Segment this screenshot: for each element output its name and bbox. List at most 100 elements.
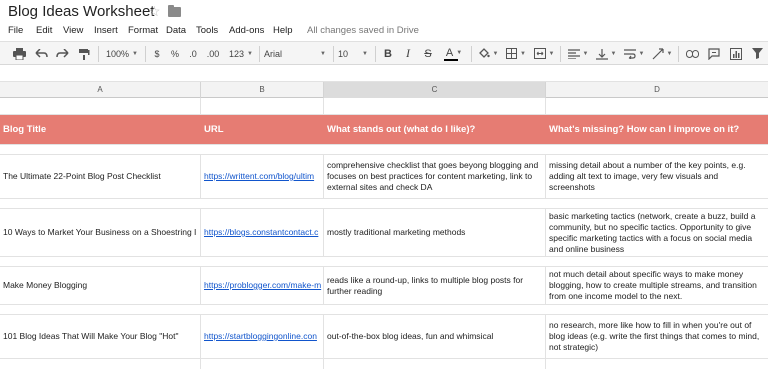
text-color-swatch [443, 58, 458, 61]
header-cell-missing[interactable]: What's missing? How can I improve on it? [546, 115, 768, 144]
table-row [0, 98, 768, 115]
document-title[interactable]: Blog Ideas Worksheet [8, 3, 154, 20]
increase-decimal-button[interactable]: .00 [203, 45, 223, 62]
currency-format-button[interactable]: $ [150, 45, 164, 62]
merge-cells-icon[interactable]: ▼ [532, 45, 556, 62]
save-status[interactable]: All changes saved in Drive [307, 25, 419, 36]
cell-blog-title[interactable]: The Ultimate 22-Point Blog Post Checklis… [0, 155, 201, 198]
undo-icon[interactable] [32, 45, 50, 62]
toolbar: 100% ▼ $ % .0 .00 123 ▼ Arial ▼ 10 ▼ B I S A… [0, 41, 768, 65]
column-header-b[interactable]: B [201, 82, 324, 98]
table-row: The Ultimate 22-Point Blog Post Checklis… [0, 155, 768, 199]
cell-missing[interactable]: basic marketing tactics (network, create… [546, 209, 768, 256]
cell-missing[interactable]: no research, more like how to fill in wh… [546, 315, 768, 358]
percent-format-button[interactable]: % [168, 45, 182, 62]
bold-button[interactable]: B [381, 45, 395, 62]
cell[interactable] [0, 98, 201, 114]
insert-chart-icon[interactable] [727, 45, 745, 62]
column-header-d[interactable]: D [546, 82, 768, 98]
chevron-down-icon: ▼ [247, 50, 253, 57]
cell-stands-out[interactable]: out-of-the-box blog ideas, fun and whims… [324, 315, 546, 358]
cell[interactable] [201, 98, 324, 114]
column-header-c[interactable]: C [324, 82, 546, 98]
menu-help[interactable]: Help [273, 25, 293, 36]
menu-file[interactable]: File [8, 25, 23, 36]
cell[interactable] [201, 359, 324, 369]
table-row [0, 257, 768, 267]
table-row [0, 145, 768, 155]
text-color-label: A [445, 46, 454, 59]
table-row [0, 305, 768, 315]
cell-missing[interactable]: missing detail about a number of the key… [546, 155, 768, 198]
redo-icon[interactable] [53, 45, 71, 62]
filter-icon[interactable] [749, 45, 765, 62]
more-formats-button[interactable]: 123 ▼ [226, 45, 256, 62]
menu-tools[interactable]: Tools [196, 25, 218, 36]
strikethrough-button[interactable]: S [421, 45, 435, 62]
cell[interactable] [546, 98, 768, 114]
column-header-a[interactable]: A [0, 82, 201, 98]
star-icon[interactable]: ☆ [148, 3, 161, 20]
url-link[interactable]: https://blogs.constantcontact.c [204, 227, 318, 238]
menu-addons[interactable]: Add-ons [229, 25, 264, 36]
cell-blog-title[interactable]: Make Money Blogging [0, 267, 201, 304]
text-color-button[interactable]: A ▼ [441, 45, 467, 62]
header-cell-blog-title[interactable]: Blog Title [0, 115, 201, 144]
cell-blog-title[interactable]: 101 Blog Ideas That Will Make Your Blog … [0, 315, 201, 358]
cell-stands-out[interactable]: mostly traditional marketing methods [324, 209, 546, 256]
column-header-row: A B C D [0, 82, 768, 98]
url-link[interactable]: https://writtent.com/blog/ultim [204, 171, 314, 182]
menu-insert[interactable]: Insert [94, 25, 118, 36]
vertical-align-icon[interactable]: ▼ [594, 45, 618, 62]
paint-format-icon[interactable] [75, 45, 93, 62]
cell-url[interactable]: https://writtent.com/blog/ultim [201, 155, 324, 198]
cell-url[interactable]: https://startbloggingonline.con [201, 315, 324, 358]
italic-button[interactable]: I [401, 45, 415, 62]
cell-url[interactable]: https://problogger.com/make-m [201, 267, 324, 304]
font-select[interactable]: Arial ▼ [264, 45, 330, 62]
formula-bar[interactable] [0, 65, 768, 82]
table-row [0, 199, 768, 209]
cell[interactable] [0, 359, 201, 369]
cell[interactable] [546, 359, 768, 369]
horizontal-align-icon[interactable]: ▼ [566, 45, 590, 62]
more-formats-label: 123 [229, 48, 245, 59]
font-value: Arial [264, 48, 283, 59]
table-row [0, 359, 768, 369]
menu-view[interactable]: View [63, 25, 83, 36]
fill-color-icon[interactable]: ▼ [476, 45, 500, 62]
insert-comment-icon[interactable] [705, 45, 723, 62]
cell[interactable] [324, 359, 546, 369]
title-bar: Blog Ideas Worksheet ☆ [0, 0, 768, 24]
chevron-down-icon: ▼ [456, 49, 463, 56]
table-row: 101 Blog Ideas That Will Make Your Blog … [0, 315, 768, 359]
cell-stands-out[interactable]: reads like a round-up, links to multiple… [324, 267, 546, 304]
header-cell-url[interactable]: URL [201, 115, 324, 144]
zoom-value: 100% [106, 48, 130, 59]
menu-bar: File Edit View Insert Format Data Tools … [0, 24, 768, 40]
chevron-down-icon: ▼ [132, 50, 138, 57]
chevron-down-icon: ▼ [320, 50, 326, 57]
url-link[interactable]: https://problogger.com/make-m [204, 280, 321, 291]
url-link[interactable]: https://startbloggingonline.con [204, 331, 317, 342]
decrease-decimal-button[interactable]: .0 [185, 45, 201, 62]
menu-data[interactable]: Data [166, 25, 186, 36]
font-size-select[interactable]: 10 ▼ [338, 45, 372, 62]
menu-edit[interactable]: Edit [36, 25, 52, 36]
print-icon[interactable] [10, 45, 28, 62]
text-rotation-icon[interactable]: ▼ [650, 45, 674, 62]
table-row: Make Money Blogging https://problogger.c… [0, 267, 768, 305]
cell-blog-title[interactable]: 10 Ways to Market Your Business on a Sho… [0, 209, 201, 256]
text-wrap-icon[interactable]: ▼ [622, 45, 646, 62]
insert-link-icon[interactable] [683, 45, 701, 62]
cell-url[interactable]: https://blogs.constantcontact.c [201, 209, 324, 256]
borders-icon[interactable]: ▼ [504, 45, 528, 62]
zoom-select[interactable]: 100% ▼ [102, 45, 142, 62]
cell-missing[interactable]: not much detail about specific ways to m… [546, 267, 768, 304]
chevron-down-icon: ▼ [362, 50, 368, 57]
cell-stands-out[interactable]: comprehensive checklist that goes beyong… [324, 155, 546, 198]
folder-icon[interactable] [168, 5, 181, 17]
menu-format[interactable]: Format [128, 25, 158, 36]
header-cell-stands-out[interactable]: What stands out (what do I like)? [324, 115, 546, 144]
cell[interactable] [324, 98, 546, 114]
